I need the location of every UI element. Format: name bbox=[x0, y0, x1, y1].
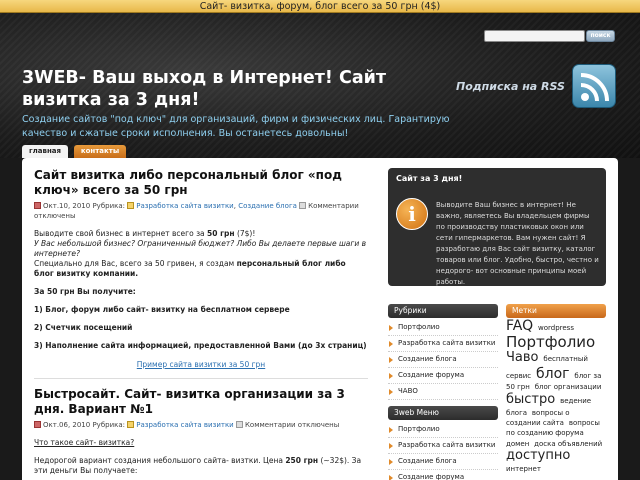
calendar-icon bbox=[34, 421, 41, 428]
comments-status: Комментарии отключены bbox=[244, 421, 340, 429]
post-meta: Окт.10, 2010 Рубрика: Разработка сайта в… bbox=[34, 201, 368, 221]
rubric-separator: , bbox=[233, 202, 236, 210]
rss-glyph bbox=[580, 73, 609, 102]
example-link[interactable]: Пример сайта визитки за 50 грн bbox=[34, 360, 368, 369]
rubric-label: Рубрика: bbox=[92, 421, 126, 429]
rubrics-header: Рубрики bbox=[388, 304, 498, 318]
folder-icon bbox=[127, 202, 135, 209]
rubric-item[interactable]: Создание блога bbox=[388, 352, 498, 368]
menu-item[interactable]: Портфолио bbox=[388, 422, 498, 438]
rubric-item[interactable]: Создание форума bbox=[388, 368, 498, 384]
post-divider bbox=[34, 369, 368, 379]
rubric-label: Рубрика: bbox=[92, 202, 126, 210]
post-intro: Выводите свой бизнес в интернет всего за… bbox=[34, 229, 368, 279]
post-text-prefix: Недорогой вариант создания небольшого са… bbox=[34, 456, 286, 465]
tag-cloud: FAQ wordpress Портфолио Чаво бесплатный … bbox=[506, 318, 606, 474]
tab-contacts[interactable]: контакты bbox=[74, 145, 126, 158]
menu-list: Портфолио Разработка сайта визитки Созда… bbox=[388, 422, 498, 480]
list-item: 3) Наполнение сайта информацией, предост… bbox=[34, 341, 368, 351]
tag-link[interactable]: Портфолио bbox=[506, 333, 595, 351]
rubric-item[interactable]: ЧАВО bbox=[388, 384, 498, 400]
tag-link[interactable]: Чаво bbox=[506, 350, 539, 365]
tag-link[interactable]: wordpress bbox=[538, 324, 574, 332]
site-header: поиск 3WEB- Ваш выход в Интернет! Сайт в… bbox=[0, 13, 640, 158]
tag-link[interactable]: интернет bbox=[506, 465, 541, 473]
search-input[interactable] bbox=[484, 30, 585, 42]
tag-link[interactable]: доска объявлений bbox=[534, 440, 602, 448]
tag-link[interactable]: блог организации bbox=[535, 383, 602, 391]
menu-header: 3web Меню bbox=[388, 406, 498, 420]
list-item-text: 3) Наполнение сайта информацией, предост… bbox=[34, 341, 367, 350]
list-item-text: 1) Блог, форум либо сайт- визитку на бес… bbox=[34, 305, 290, 314]
post-date: Окт.10, 2010 bbox=[43, 202, 91, 210]
tag-link[interactable]: быстро bbox=[506, 392, 555, 407]
intro-suffix: (7$)! bbox=[234, 229, 256, 238]
list-item: 2) Счетчик посещений bbox=[34, 323, 368, 333]
post-title[interactable]: Сайт визитка либо персональный блог «под… bbox=[34, 168, 368, 198]
about-widget: Сайт за 3 дня! i Выводите Ваш бизнес в и… bbox=[388, 168, 606, 286]
comment-icon bbox=[299, 202, 307, 209]
intro-question: У Вас небольшой бизнес? Ограниченный бюд… bbox=[34, 239, 367, 258]
site-description: Создание сайтов "под ключ" для организац… bbox=[22, 114, 450, 139]
info-icon: i bbox=[396, 198, 428, 230]
content-area: Сайт визитка либо персональный блог «под… bbox=[22, 158, 618, 480]
menu-item[interactable]: Создание форума bbox=[388, 470, 498, 480]
what-is-link[interactable]: Что такое сайт- визитка? bbox=[34, 438, 368, 448]
top-announcement-bar: Сайт- визитка, форум, блог всего за 50 г… bbox=[0, 0, 640, 13]
post-meta: Окт.06, 2010 Рубрика: Разработка сайта в… bbox=[34, 420, 368, 430]
tab-home[interactable]: главная bbox=[22, 145, 68, 158]
tag-link[interactable]: доступно bbox=[506, 448, 570, 463]
sidebar: Сайт за 3 дня! i Выводите Ваш бизнес в и… bbox=[384, 158, 618, 480]
site-title[interactable]: 3WEB- Ваш выход в Интернет! Сайт визитка… bbox=[22, 67, 422, 111]
rss-subscribe-link[interactable]: Подписка на RSS bbox=[456, 80, 565, 93]
about-text: Выводите Ваш бизнес в интернет! Не важно… bbox=[436, 201, 599, 286]
about-title: Сайт за 3 дня! bbox=[396, 174, 463, 183]
rubrics-list: Портфолио Разработка сайта визитки Созда… bbox=[388, 320, 498, 400]
rss-icon[interactable] bbox=[572, 64, 616, 108]
menu-item[interactable]: Разработка сайта визитки bbox=[388, 438, 498, 454]
post-price: 250 грн bbox=[285, 456, 319, 465]
rubric-link[interactable]: Разработка сайта визитки bbox=[136, 202, 233, 210]
tag-link[interactable]: FAQ bbox=[506, 318, 533, 334]
post-title[interactable]: Быстросайт. Сайт- визитка организации за… bbox=[34, 387, 368, 417]
post-date: Окт.06, 2010 bbox=[43, 421, 91, 429]
post: Сайт визитка либо персональный блог «под… bbox=[34, 168, 368, 369]
list-item: 1) Блог, форум либо сайт- визитку на бес… bbox=[34, 305, 368, 315]
receive-heading: За 50 грн Вы получите: bbox=[34, 287, 368, 297]
list-item-text: 2) Счетчик посещений bbox=[34, 323, 133, 332]
post-text: Недорогой вариант создания небольшого са… bbox=[34, 456, 368, 476]
rubric-item[interactable]: Разработка сайта визитки bbox=[388, 336, 498, 352]
intro-price: 50 грн bbox=[207, 229, 235, 238]
rubric-link[interactable]: Создание блога bbox=[238, 202, 297, 210]
offer-text: Специально для Вас, всего за 50 гривен, … bbox=[34, 259, 237, 268]
receive-text: За 50 грн Вы получите: bbox=[34, 287, 136, 296]
calendar-icon bbox=[34, 202, 41, 209]
comment-icon bbox=[235, 421, 243, 428]
rubric-link[interactable]: Разработка сайта визитки bbox=[136, 421, 233, 429]
announcement-text: Сайт- визитка, форум, блог всего за 50 г… bbox=[199, 1, 441, 12]
tags-header: Метки bbox=[506, 304, 606, 318]
menu-item[interactable]: Создание блога bbox=[388, 454, 498, 470]
intro-text: Выводите свой бизнес в интернет всего за bbox=[34, 229, 208, 238]
search-button[interactable]: поиск bbox=[586, 30, 615, 42]
folder-icon bbox=[127, 421, 135, 428]
tag-link[interactable]: домен bbox=[506, 440, 529, 448]
rubric-item[interactable]: Портфолио bbox=[388, 320, 498, 336]
tag-link[interactable]: блог bbox=[536, 366, 570, 382]
post: Быстросайт. Сайт- визитка организации за… bbox=[34, 387, 368, 476]
main-column: Сайт визитка либо персональный блог «под… bbox=[22, 158, 380, 480]
